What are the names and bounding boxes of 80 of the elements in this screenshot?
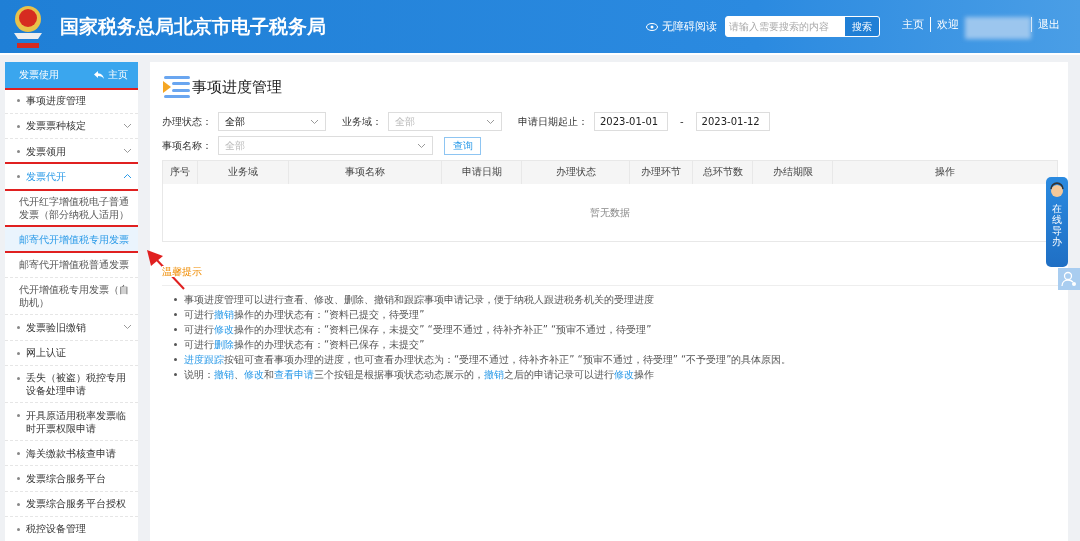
search-button[interactable]: 搜索 — [845, 17, 879, 36]
range-separator: - — [680, 116, 684, 127]
tip-text: 可进行撤销操作的办理状态有：“资料已提交，待受理” — [184, 307, 425, 322]
filter-label: 办理状态： — [162, 114, 212, 129]
sidebar-item[interactable]: 丢失（被盗）税控专用设备处理申请 — [5, 365, 138, 404]
tip-text: 可进行修改操作的办理状态有：“资料已保存，未提交” “受理不通过，待补齐补正” “预审不通过，待受理” — [184, 322, 652, 337]
header-link[interactable]: 退出 — [1031, 17, 1066, 32]
bullet-icon — [174, 328, 177, 331]
column-header: 业务域 — [198, 161, 289, 184]
submenu-item[interactable]: 邮寄代开增值税专用发票 — [5, 227, 138, 253]
tip-text: 事项进度管理可以进行查看、修改、删除、撤销和跟踪事项申请记录，便于纳税人跟进税务机关的受理进度 — [184, 292, 654, 307]
select-field[interactable]: 全部 — [218, 112, 326, 131]
chevron-down-icon — [123, 122, 132, 129]
tip-link[interactable]: 修改 — [214, 324, 234, 335]
date-field[interactable]: 2023-01-01 — [594, 112, 668, 131]
bullet-icon — [174, 343, 177, 346]
tip-link[interactable]: 撤销 — [484, 369, 504, 380]
tip-link[interactable]: 修改 — [244, 369, 264, 380]
chevron-down-icon — [310, 118, 319, 125]
column-header: 总环节数 — [693, 161, 753, 184]
header-link[interactable]: 主页 — [896, 17, 930, 32]
column-header: 办结期限 — [753, 161, 833, 184]
bullet-icon — [174, 373, 177, 376]
sidebar-item[interactable]: 开具原适用税率发票临时开票权限申请 — [5, 403, 138, 441]
chevron-down-icon — [123, 324, 132, 331]
bullet-icon — [174, 313, 177, 316]
chevron-up-icon — [123, 173, 132, 180]
chevron-down-icon — [417, 142, 426, 149]
blurred-username — [965, 17, 1031, 39]
list-play-icon — [162, 76, 190, 98]
sidebar-item[interactable]: 发票综合服务平台 — [5, 466, 138, 492]
user-icon — [1061, 271, 1077, 287]
column-header: 事项名称 — [289, 161, 442, 184]
column-header: 办理状态 — [522, 161, 630, 184]
sidebar-title: 发票使用 — [19, 68, 59, 83]
column-header: 序号 — [163, 161, 198, 184]
column-header: 操作 — [934, 165, 956, 179]
eye-icon — [646, 22, 658, 31]
tip-link[interactable]: 进度跟踪 — [184, 354, 224, 365]
chevron-down-icon — [123, 148, 132, 155]
online-guide-button[interactable]: 在线导办 — [1046, 177, 1068, 267]
bullet-icon — [174, 298, 177, 301]
filter-label: 事项名称： — [162, 138, 212, 153]
sidebar-item[interactable]: 税控设备管理 — [5, 516, 138, 541]
sidebar-item[interactable]: 海关缴款书核查申请 — [5, 440, 138, 467]
column-header: 办理环节 — [630, 161, 693, 184]
date-field[interactable]: 2023-01-12 — [695, 112, 770, 131]
sidebar-item[interactable]: 网上认证 — [5, 340, 138, 366]
tip-link[interactable]: 删除 — [214, 339, 234, 350]
sidebar-item[interactable]: 发票领用 — [5, 139, 138, 165]
page-title: 事项进度管理 — [192, 77, 282, 97]
empty-message: 暂无数据 — [590, 205, 630, 220]
home-link[interactable]: 主页 — [108, 68, 128, 83]
tip-text: 说明：撤销、修改和查看申请三个按钮是根据事项状态动态展示的，撤销之后的申请记录可以进行修改操作 — [184, 367, 654, 382]
accessibility-link[interactable]: 无障碍阅读 — [662, 19, 717, 34]
user-service-button[interactable] — [1058, 268, 1080, 290]
submenu-item[interactable]: 邮寄代开增值税普通发票 — [5, 252, 138, 278]
filter-label: 申请日期起止： — [518, 114, 588, 129]
site-title: 国家税务总局北京市电子税务局 — [60, 13, 327, 39]
bullet-icon — [174, 358, 177, 361]
query-button[interactable]: 查询 — [444, 136, 481, 155]
sidebar-header[interactable]: 发票使用 主页 — [5, 62, 138, 89]
tip-text: 可进行删除操作的办理状态有：“资料已保存，未提交” — [184, 337, 425, 352]
chevron-down-icon — [486, 118, 495, 125]
filter-label: 业务域： — [342, 114, 382, 129]
tips-title: 温馨提示 — [162, 266, 202, 277]
back-arrow-icon — [94, 71, 104, 80]
sidebar-item[interactable]: 发票验旧缴销 — [5, 315, 138, 341]
sidebar-item[interactable]: 发票综合服务平台授权 — [5, 491, 138, 517]
search-field[interactable]: 请输入需要搜索的内容 搜索 — [725, 16, 880, 37]
column-header: 申请日期 — [442, 161, 522, 184]
tip-link[interactable]: 撤销 — [214, 369, 234, 380]
headset-avatar-icon — [1048, 181, 1066, 199]
sidebar-item[interactable]: 发票代开 — [5, 164, 138, 190]
sidebar-item[interactable]: 发票票种核定 — [5, 113, 138, 139]
tip-link[interactable]: 撤销 — [214, 309, 234, 320]
tip-link[interactable]: 修改 — [614, 369, 634, 380]
tip-link[interactable]: 查看申请 — [274, 369, 314, 380]
submenu-item[interactable]: 代开增值税专用发票（自助机） — [5, 277, 138, 316]
sidebar-item[interactable]: 事项进度管理 — [5, 88, 138, 114]
